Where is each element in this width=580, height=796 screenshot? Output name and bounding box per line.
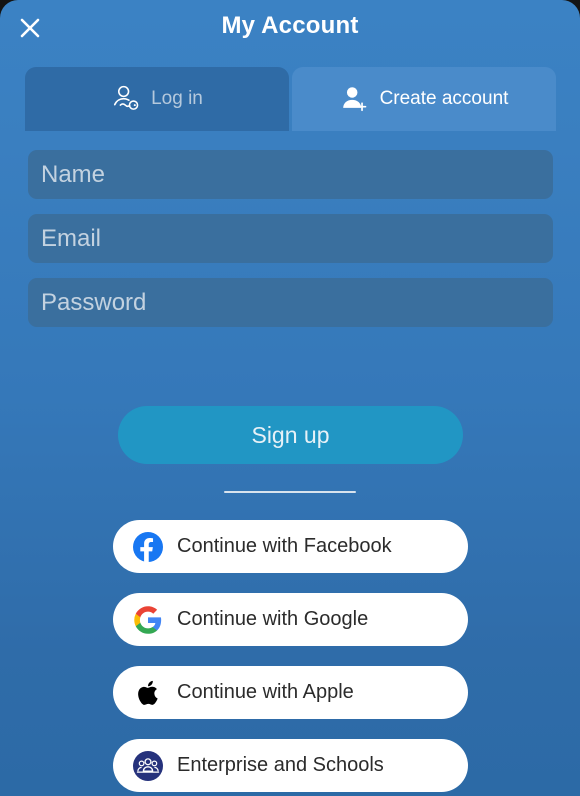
dialog-header: My Account	[0, 0, 580, 56]
email-field-placeholder: Email	[41, 224, 102, 252]
continue-with-google-label: Continue with Google	[177, 608, 369, 630]
facebook-icon	[131, 530, 165, 564]
enterprise-and-schools-label: Enterprise and Schools	[177, 754, 384, 776]
name-field[interactable]: Name	[28, 150, 553, 199]
continue-with-apple-label: Continue with Apple	[177, 681, 354, 703]
sign-up-button[interactable]: Sign up	[118, 406, 463, 464]
continue-with-google-button[interactable]: Continue with Google	[113, 593, 468, 646]
apple-icon	[131, 676, 165, 710]
tab-log-in[interactable]: Log in	[25, 67, 289, 131]
tab-create-account-label: Create account	[379, 88, 509, 109]
enterprise-and-schools-button[interactable]: Enterprise and Schools	[113, 739, 468, 792]
name-field-placeholder: Name	[41, 160, 106, 188]
continue-with-apple-button[interactable]: Continue with Apple	[113, 666, 468, 719]
user-key-icon	[111, 84, 141, 114]
password-field[interactable]: Password	[28, 278, 553, 327]
user-plus-icon	[340, 84, 370, 114]
account-dialog: My Account Log in Create account Name Em…	[0, 0, 580, 796]
password-field-placeholder: Password	[41, 288, 147, 316]
tab-log-in-label: Log in	[151, 88, 203, 109]
google-icon	[131, 603, 165, 637]
email-field[interactable]: Email	[28, 214, 553, 263]
sign-up-button-label: Sign up	[251, 421, 330, 448]
tab-create-account[interactable]: Create account	[292, 67, 556, 131]
page-title: My Account	[221, 12, 359, 39]
auth-tabs: Log in Create account	[25, 67, 556, 131]
enterprise-icon	[131, 749, 165, 783]
signup-form: Name Email Password	[28, 150, 553, 342]
continue-with-facebook-button[interactable]: Continue with Facebook	[113, 520, 468, 573]
divider	[224, 491, 356, 493]
social-login-list: Continue with Facebook Continue with Goo…	[113, 520, 468, 796]
continue-with-facebook-label: Continue with Facebook	[177, 535, 392, 557]
